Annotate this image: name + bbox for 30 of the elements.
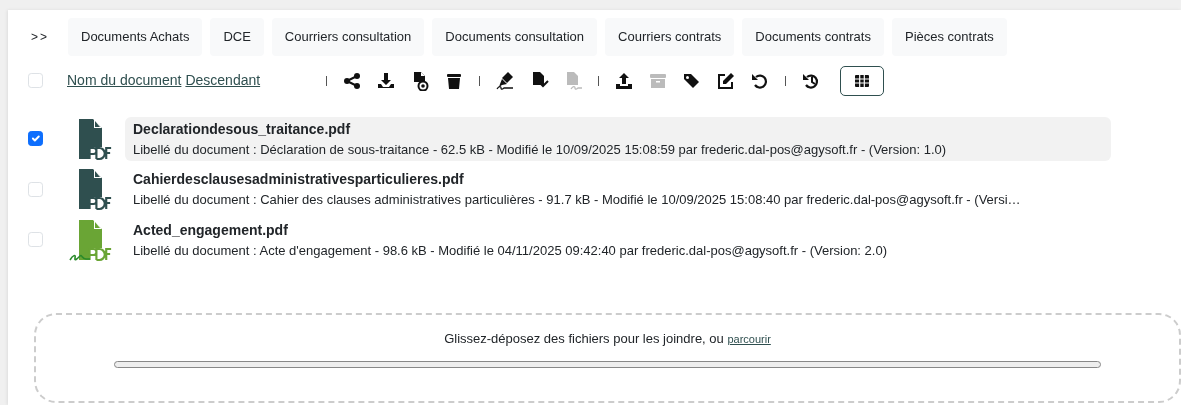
dropzone-text: Glissez-déposez des fichiers pour les joindre, ou xyxy=(444,331,725,346)
file-row[interactable]: Acted_engagement.pdf Libellé du document : Acte d'engagement - 98.6 kB - Modifié le 04/11/2025 09:42:40 par frederic.dal-pos@agysoft.fr - (Version: 2.0) xyxy=(125,217,1111,262)
dropzone[interactable]: Glissez-déposez des fichiers pour les joindre, ou parcourir xyxy=(34,313,1181,403)
select-all-checkbox[interactable] xyxy=(28,73,43,88)
pen-signature-icon xyxy=(495,70,516,91)
file-description: Libellé du document : Déclaration de sous-traitance - 62.5 kB - Modifié le 10/09/2025 15:08:59 par frederic.dal-pos@agysoft.fr - (Version: 1.0) xyxy=(133,140,948,159)
tab[interactable]: DCE xyxy=(210,18,264,56)
sort-field-link[interactable]: Nom du document xyxy=(67,70,182,91)
tab[interactable]: Courriers consultation xyxy=(271,18,425,56)
file-name: Declarationdesous_traitance.pdf xyxy=(133,119,352,139)
signed-pdf-file-icon xyxy=(69,217,113,262)
upload-icon xyxy=(614,70,635,91)
tab[interactable]: Documents Achats xyxy=(68,18,203,56)
grid-button[interactable] xyxy=(840,65,885,96)
file-name: Cahierdesclausesadministrativesparticulieres.pdf xyxy=(133,170,465,189)
tab[interactable]: Documents consultation xyxy=(432,18,598,56)
file-description: Libellé du document : Acte d'engagement - 98.6 kB - Modifié le 04/11/2025 09:42:40 par frederic.dal-pos@agysoft.fr - (Version: 2.0) xyxy=(133,241,888,260)
row-checkbox[interactable] xyxy=(28,131,43,147)
tab[interactable]: Documents contrats xyxy=(742,18,884,56)
download-icon xyxy=(376,70,397,91)
edit-icon xyxy=(716,70,737,91)
sort-order-link[interactable]: Descendant xyxy=(185,70,261,91)
tab[interactable]: Courriers contrats xyxy=(605,18,735,56)
file-row[interactable]: Declarationdesous_traitance.pdf Libellé du document : Déclaration de sous-traitance - 62.5 kB - Modifié le 10/09/2025 15:08:59 par frederic.dal-pos@agysoft.fr - (Version: 1.0) xyxy=(125,116,1111,161)
file-name: Acted_engagement.pdf xyxy=(133,220,289,240)
tab[interactable]: Pièces contrats xyxy=(891,18,1007,56)
expand-toggle[interactable]: >> xyxy=(20,26,60,47)
file-description: Libellé du document : Cahier des clauses administratives particulières - 91.7 kB - Modifié le 10/09/2025 15:08:40 par frederic.dal-pos@agysoft.fr - (Versi… xyxy=(133,191,1022,209)
browse-link[interactable]: parcourir xyxy=(727,333,771,345)
share-icon xyxy=(342,70,363,91)
